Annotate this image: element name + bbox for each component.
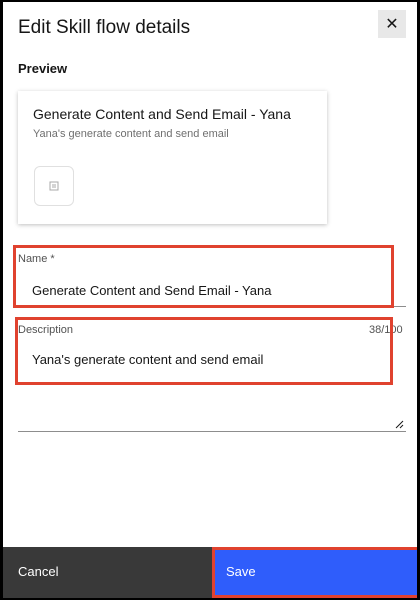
close-button[interactable]: ✕ [378, 10, 406, 38]
resize-handle-icon[interactable] [394, 419, 404, 429]
description-textarea[interactable]: Yana's generate content and send email [18, 342, 406, 432]
cancel-button[interactable]: Cancel [3, 547, 212, 598]
save-button[interactable]: Save [212, 547, 417, 598]
description-character-counter: 38/100 [369, 324, 403, 336]
modal-footer: Cancel Save [3, 547, 417, 598]
preview-heading: Preview [18, 61, 68, 76]
description-text: Yana's generate content and send email [32, 352, 264, 367]
preview-card-title: Generate Content and Send Email - Yana [33, 106, 291, 122]
edit-skill-flow-modal: Edit Skill flow details ✕ Preview Genera… [3, 2, 417, 598]
description-label: Description [18, 324, 74, 336]
skill-flow-icon [34, 166, 74, 206]
preview-card: Generate Content and Send Email - Yana Y… [18, 91, 327, 224]
preview-card-description: Yana's generate content and send email [33, 128, 229, 140]
name-input[interactable]: Generate Content and Send Email - Yana [18, 275, 406, 307]
close-icon: ✕ [385, 16, 399, 33]
name-label: Name * [18, 253, 55, 265]
save-button-label: Save [226, 564, 256, 579]
modal-title: Edit Skill flow details [18, 17, 191, 38]
